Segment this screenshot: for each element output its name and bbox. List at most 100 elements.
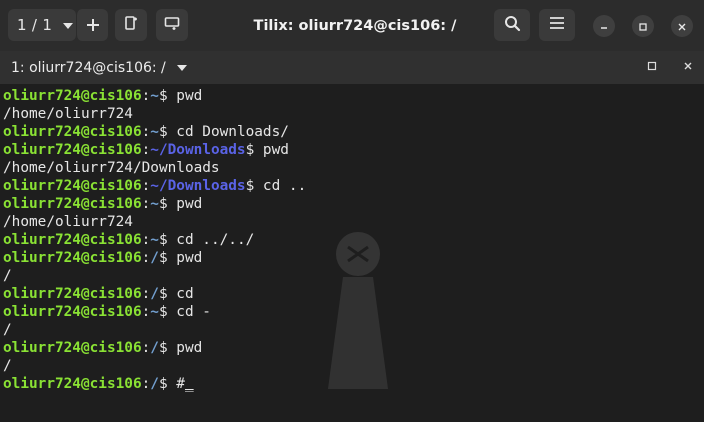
prompt-separator: : — [141, 376, 151, 392]
prompt-separator: : — [141, 178, 151, 194]
main-menu-button[interactable] — [539, 9, 575, 41]
output-text: /home/oliurr724 — [3, 106, 133, 122]
prompt-separator: : — [141, 286, 151, 302]
terminal-maximize-button[interactable] — [645, 60, 659, 74]
prompt-line: oliurr724@cis106:~$ cd ../../ — [3, 231, 306, 249]
command-text: $ pwd — [158, 196, 203, 212]
command-text: $ pwd — [158, 88, 203, 104]
prompt-user: oliurr724@cis106 — [3, 376, 142, 392]
prompt-user: oliurr724@cis106 — [3, 304, 142, 320]
session-switcher-button[interactable]: 1 / 1 — [8, 9, 76, 41]
output-text: / — [3, 358, 12, 374]
output-text: /home/oliurr724 — [3, 214, 133, 230]
maximize-button[interactable] — [632, 15, 654, 37]
session-label: 1 / 1 — [17, 16, 53, 34]
background-watermark-image — [328, 232, 388, 389]
prompt-path: ~ — [150, 304, 159, 320]
chevron-down-icon — [62, 16, 74, 34]
output-line: /home/oliurr724 — [3, 105, 306, 123]
tilix-window: 1 / 1 Tilix: oliurr724@cis106: / 1: oliu… — [0, 0, 704, 422]
output-text: /home/oliurr724/Downloads — [3, 160, 220, 176]
prompt-user: oliurr724@cis106 — [3, 340, 142, 356]
prompt-line: oliurr724@cis106:~/Downloads$ pwd — [3, 141, 306, 159]
prompt-separator: : — [141, 142, 151, 158]
prompt-separator: : — [141, 124, 151, 140]
terminal-title-menu[interactable]: 1: oliurr724@cis106: / — [11, 51, 188, 84]
command-text: $ cd - — [158, 304, 211, 320]
find-button[interactable] — [494, 9, 530, 41]
output-line: /home/oliurr724 — [3, 213, 306, 231]
output-line: / — [3, 267, 306, 285]
command-text: $ cd ../../ — [158, 232, 255, 248]
command-text: $ # — [158, 376, 185, 392]
close-icon — [683, 59, 693, 75]
command-text: $ cd .. — [245, 178, 307, 194]
terminal-title-bar: 1: oliurr724@cis106: / — [0, 51, 704, 84]
prompt-line: oliurr724@cis106:~/Downloads$ cd .. — [3, 177, 306, 195]
prompt-path: ~ — [150, 196, 159, 212]
output-line: /home/oliurr724/Downloads — [3, 159, 306, 177]
prompt-path: ~/Downloads — [150, 178, 246, 194]
prompt-line: oliurr724@cis106:/$ pwd — [3, 249, 306, 267]
prompt-separator: : — [141, 304, 151, 320]
new-session-button[interactable] — [76, 9, 108, 41]
terminal-output[interactable]: oliurr724@cis106:~$ pwd/home/oliurr724 ol… — [0, 84, 704, 422]
command-text: $ cd — [158, 286, 194, 302]
minimize-button[interactable] — [593, 15, 615, 37]
prompt-line: oliurr724@cis106:/$ pwd — [3, 339, 306, 357]
close-icon — [677, 17, 687, 36]
prompt-line: oliurr724@cis106:/$ cd — [3, 285, 306, 303]
prompt-separator: : — [141, 250, 151, 266]
prompt-line: oliurr724@cis106:~$ cd - — [3, 303, 306, 321]
chevron-down-icon — [176, 60, 188, 76]
prompt-user: oliurr724@cis106 — [3, 142, 142, 158]
prompt-line: oliurr724@cis106:~$ cd Downloads/ — [3, 123, 306, 141]
command-text: $ pwd — [245, 142, 289, 158]
output-line: / — [3, 357, 306, 375]
window-title: Tilix: oliurr724@cis106: / — [253, 17, 457, 34]
split-down-icon — [164, 15, 180, 35]
output-text: / — [3, 268, 12, 284]
prompt-user: oliurr724@cis106 — [3, 196, 142, 212]
prompt-path: ~ — [150, 88, 159, 104]
prompt-user: oliurr724@cis106 — [3, 124, 142, 140]
prompt-path: ~ — [150, 124, 159, 140]
prompt-separator: : — [141, 88, 151, 104]
command-text: $ pwd — [158, 340, 203, 356]
header-bar: 1 / 1 Tilix: oliurr724@cis106: / — [0, 0, 704, 52]
prompt-separator: : — [141, 232, 151, 248]
prompt-separator: : — [141, 196, 151, 212]
plus-icon — [86, 13, 100, 37]
terminal-title-label: 1: oliurr724@cis106: / — [11, 59, 166, 76]
search-icon — [504, 15, 521, 36]
prompt-path: ~/Downloads — [150, 142, 246, 158]
prompt-path: / — [150, 340, 159, 356]
prompt-path: / — [150, 376, 159, 392]
prompt-line: oliurr724@cis106:/$ #_ — [3, 375, 306, 393]
prompt-path: ~ — [150, 232, 159, 248]
close-window-button[interactable] — [671, 15, 693, 37]
hamburger-icon — [549, 16, 565, 34]
terminal-close-button[interactable] — [681, 60, 695, 74]
output-text: / — [3, 322, 12, 338]
prompt-path: / — [150, 250, 159, 266]
prompt-path: / — [150, 286, 159, 302]
add-terminal-right-button[interactable] — [115, 9, 147, 41]
add-terminal-down-button[interactable] — [156, 9, 188, 41]
prompt-user: oliurr724@cis106 — [3, 232, 142, 248]
prompt-user: oliurr724@cis106 — [3, 178, 142, 194]
command-text: $ pwd — [158, 250, 203, 266]
prompt-user: oliurr724@cis106 — [3, 88, 142, 104]
command-text: $ cd Downloads/ — [158, 124, 289, 140]
maximize-icon — [638, 17, 648, 36]
prompt-user: oliurr724@cis106 — [3, 286, 142, 302]
output-line: / — [3, 321, 306, 339]
prompt-line: oliurr724@cis106:~$ pwd — [3, 195, 306, 213]
minimize-icon — [599, 17, 609, 36]
maximize-icon — [647, 59, 657, 75]
prompt-separator: : — [141, 340, 151, 356]
split-right-icon — [123, 15, 139, 35]
prompt-line: oliurr724@cis106:~$ pwd — [3, 87, 306, 105]
terminal-lines: oliurr724@cis106:~$ pwd/home/oliurr724 ol… — [3, 87, 306, 393]
prompt-user: oliurr724@cis106 — [3, 250, 142, 266]
